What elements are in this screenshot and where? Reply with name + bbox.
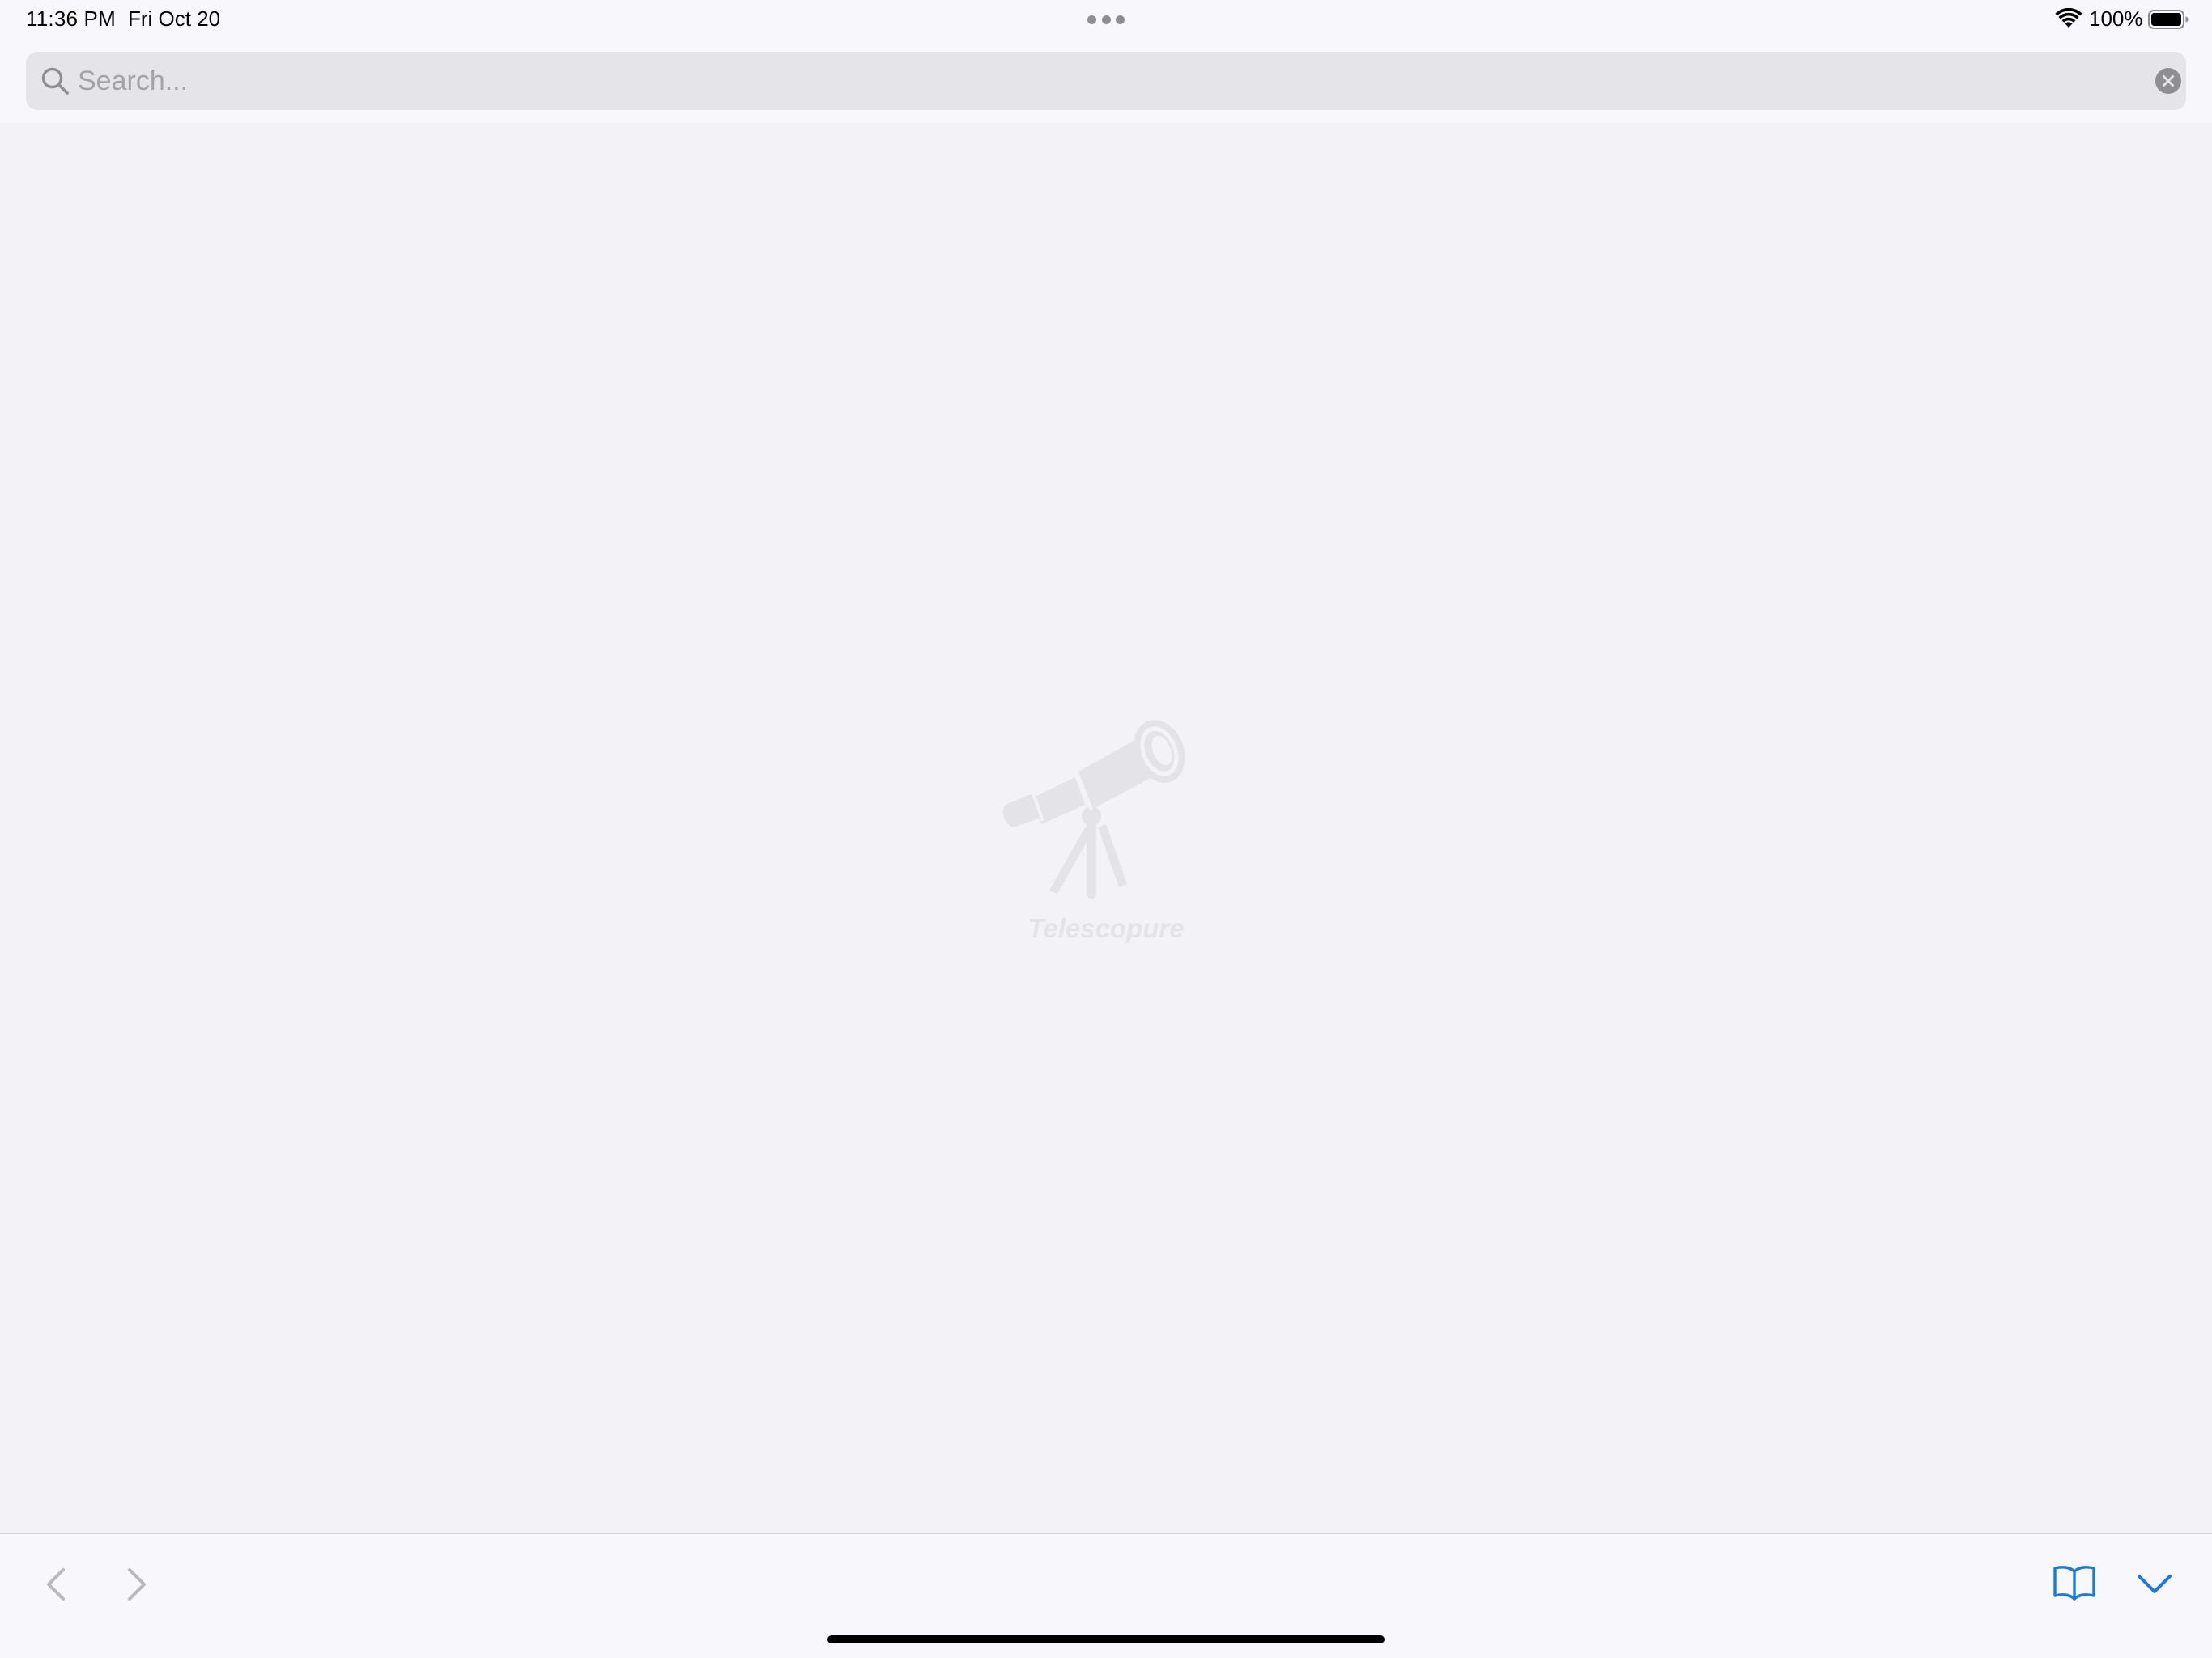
status-time: 11:36 PM bbox=[26, 6, 116, 31]
battery-icon bbox=[2148, 10, 2189, 29]
multitasking-dots-icon[interactable] bbox=[1087, 14, 1125, 25]
battery-percentage: 100% bbox=[2089, 6, 2143, 31]
search-icon bbox=[41, 67, 69, 95]
bookmarks-button[interactable] bbox=[2052, 1563, 2097, 1604]
search-bar[interactable] bbox=[26, 52, 2186, 110]
search-input[interactable] bbox=[78, 58, 2118, 104]
clear-search-icon[interactable] bbox=[2155, 68, 2181, 94]
status-date: Fri Oct 20 bbox=[128, 6, 221, 31]
back-button[interactable] bbox=[39, 1562, 74, 1607]
collapse-toolbar-button[interactable] bbox=[2134, 1565, 2175, 1602]
forward-button[interactable] bbox=[118, 1562, 154, 1607]
bottom-toolbar bbox=[0, 1533, 2212, 1658]
search-header bbox=[0, 40, 2212, 123]
app-name-placeholder: Telescopure bbox=[1027, 913, 1185, 943]
telescope-icon bbox=[1002, 720, 1185, 899]
status-bar: 11:36 PM Fri Oct 20 100% bbox=[0, 0, 2212, 40]
web-content-area[interactable]: Telescopure bbox=[0, 123, 2212, 1533]
home-indicator[interactable] bbox=[827, 1635, 1385, 1643]
wifi-icon bbox=[2055, 8, 2082, 28]
app-screen: 11:36 PM Fri Oct 20 100% Search... Teles… bbox=[0, 0, 2212, 1658]
